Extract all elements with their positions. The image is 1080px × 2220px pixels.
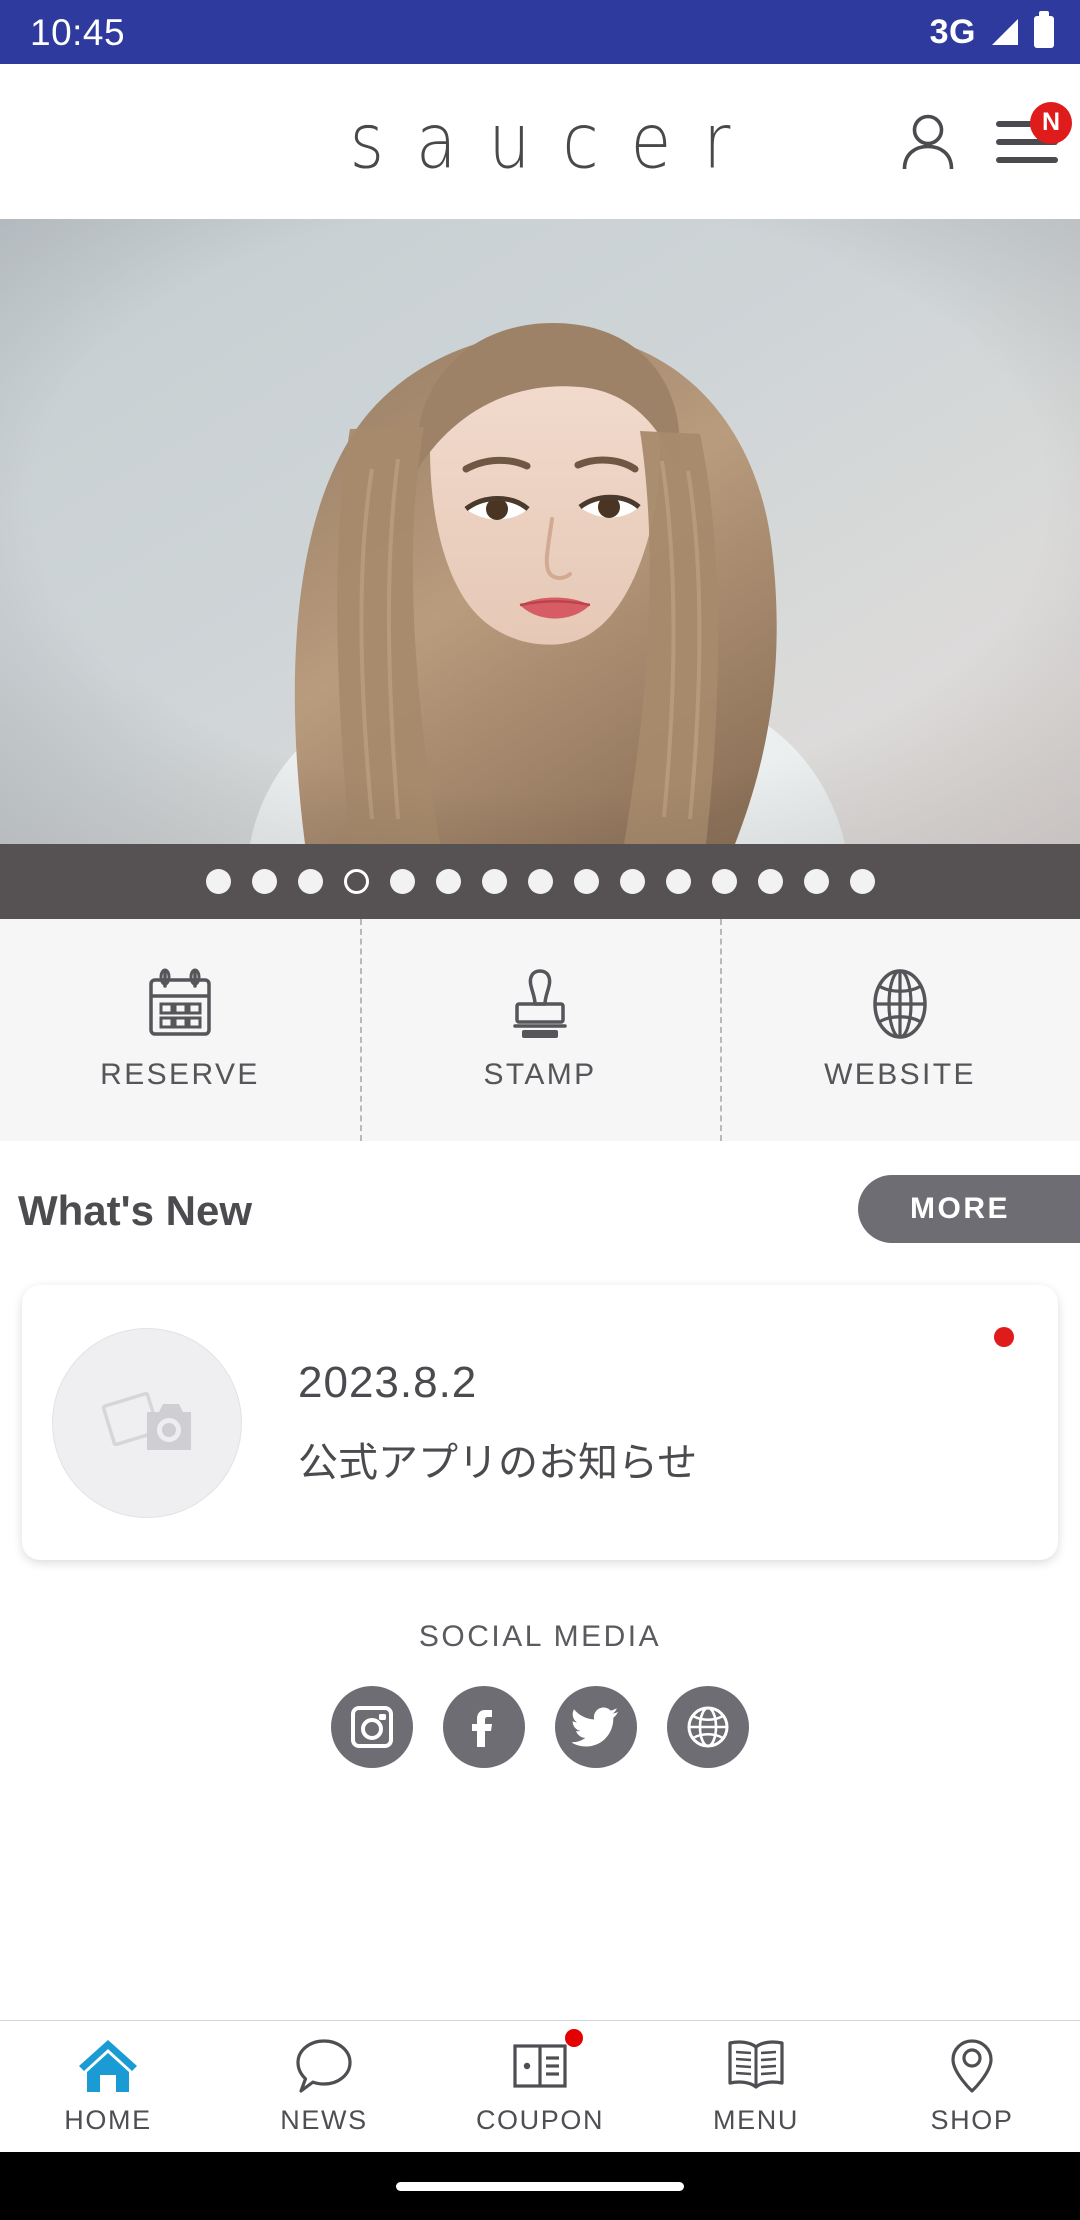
nav-item-coupon[interactable]: COUPON [432, 2021, 648, 2152]
carousel-dot[interactable] [251, 869, 277, 894]
menu-notification-badge: N [1030, 101, 1072, 144]
carousel-dot[interactable] [205, 869, 231, 894]
twitter-icon [572, 1707, 618, 1747]
nav-label: HOME [64, 2105, 152, 2135]
social-link-website[interactable] [667, 1686, 749, 1768]
open-book-icon [728, 2040, 784, 2089]
stamp-icon [513, 969, 567, 1038]
facebook-icon [472, 1710, 492, 1747]
nav-item-shop[interactable]: SHOP [864, 2021, 1080, 2152]
home-icon [79, 2040, 137, 2092]
photo-camera-placeholder-icon [101, 1391, 191, 1450]
carousel-dot[interactable] [573, 869, 599, 894]
nav-label: NEWS [280, 2105, 368, 2135]
whats-new-header: What's New MORE [0, 1141, 1080, 1271]
whats-new-more-button[interactable]: MORE [858, 1175, 1080, 1243]
instagram-icon [351, 1706, 393, 1748]
signal-icon [992, 19, 1018, 45]
nav-label: SHOP [930, 2105, 1014, 2135]
social-media-section: SOCIAL MEDIA [0, 1620, 1080, 1768]
quick-action-label: WEBSITE [824, 1058, 976, 1091]
hero-photo [0, 219, 1080, 844]
carousel-dot[interactable] [527, 869, 553, 894]
app-screen: 10:45 3G saucer N RESERVE STAMP WEBSITE … [0, 0, 1080, 2220]
social-media-links [0, 1686, 1080, 1768]
carousel-pagination[interactable] [0, 844, 1080, 919]
nav-item-news[interactable]: NEWS [216, 2021, 432, 2152]
news-thumbnail [52, 1327, 242, 1518]
social-link-twitter[interactable] [555, 1686, 637, 1768]
bottom-navigation-bar: HOME NEWS COUPON MENU SHOP [0, 2020, 1080, 2152]
speech-bubble-icon [296, 2039, 352, 2093]
globe-icon [687, 1706, 729, 1748]
quick-action-stamp[interactable]: STAMP [360, 919, 720, 1141]
carousel-dot[interactable] [343, 869, 369, 894]
carousel-dot[interactable] [619, 869, 645, 894]
carousel-dot[interactable] [389, 869, 415, 894]
quick-action-website[interactable]: WEBSITE [720, 919, 1080, 1141]
carousel-dot[interactable] [803, 869, 829, 894]
network-type-label: 3G [929, 12, 976, 51]
status-bar-clock: 10:45 [30, 11, 126, 53]
header-actions: N [900, 101, 1072, 171]
carousel-dot[interactable] [435, 869, 461, 894]
carousel-dot[interactable] [297, 869, 323, 894]
section-title-whats-new: What's New [18, 1187, 253, 1234]
account-button[interactable] [900, 113, 956, 171]
ticket-icon [513, 2044, 567, 2088]
carousel-dot[interactable] [757, 869, 783, 894]
news-item-card[interactable]: 2023.8.2 公式アプリのお知らせ [22, 1285, 1058, 1560]
news-text-block: 2023.8.2 公式アプリのお知らせ [298, 1358, 697, 1488]
social-link-facebook[interactable] [443, 1686, 525, 1768]
carousel-dot[interactable] [665, 869, 691, 894]
quick-action-reserve[interactable]: RESERVE [0, 919, 360, 1141]
carousel-dot[interactable] [711, 869, 737, 894]
app-header: saucer N [0, 64, 1080, 219]
menu-button[interactable]: N [996, 101, 1072, 166]
coupon-unread-badge [565, 2029, 583, 2047]
system-gesture-bar [0, 2152, 1080, 2220]
carousel-dot[interactable] [849, 869, 875, 894]
quick-action-label: RESERVE [100, 1058, 260, 1091]
nav-label: COUPON [475, 2105, 605, 2135]
globe-icon [873, 969, 927, 1039]
news-subject: 公式アプリのお知らせ [298, 1439, 698, 1486]
nav-item-menu[interactable]: MENU [648, 2021, 864, 2152]
calendar-icon [149, 968, 211, 1036]
news-unread-badge [994, 1327, 1014, 1347]
quick-action-label: STAMP [483, 1058, 597, 1091]
nav-label: MENU [713, 2105, 799, 2135]
battery-icon [1034, 11, 1054, 48]
quick-actions-row: RESERVE STAMP WEBSITE [0, 919, 1080, 1141]
person-icon [902, 114, 954, 169]
news-date: 2023.8.2 [298, 1357, 478, 1407]
hero-carousel-image[interactable] [0, 219, 1080, 844]
brand-logo-text: saucer [349, 97, 763, 186]
location-pin-icon [951, 2039, 993, 2093]
section-title-social-media: SOCIAL MEDIA [418, 1620, 662, 1653]
home-gesture-pill[interactable] [396, 2181, 684, 2191]
status-bar: 10:45 3G [0, 0, 1080, 64]
carousel-dot[interactable] [481, 869, 507, 894]
nav-item-home[interactable]: HOME [0, 2021, 216, 2152]
social-link-instagram[interactable] [331, 1686, 413, 1768]
status-bar-indicators: 3G [929, 11, 1054, 52]
